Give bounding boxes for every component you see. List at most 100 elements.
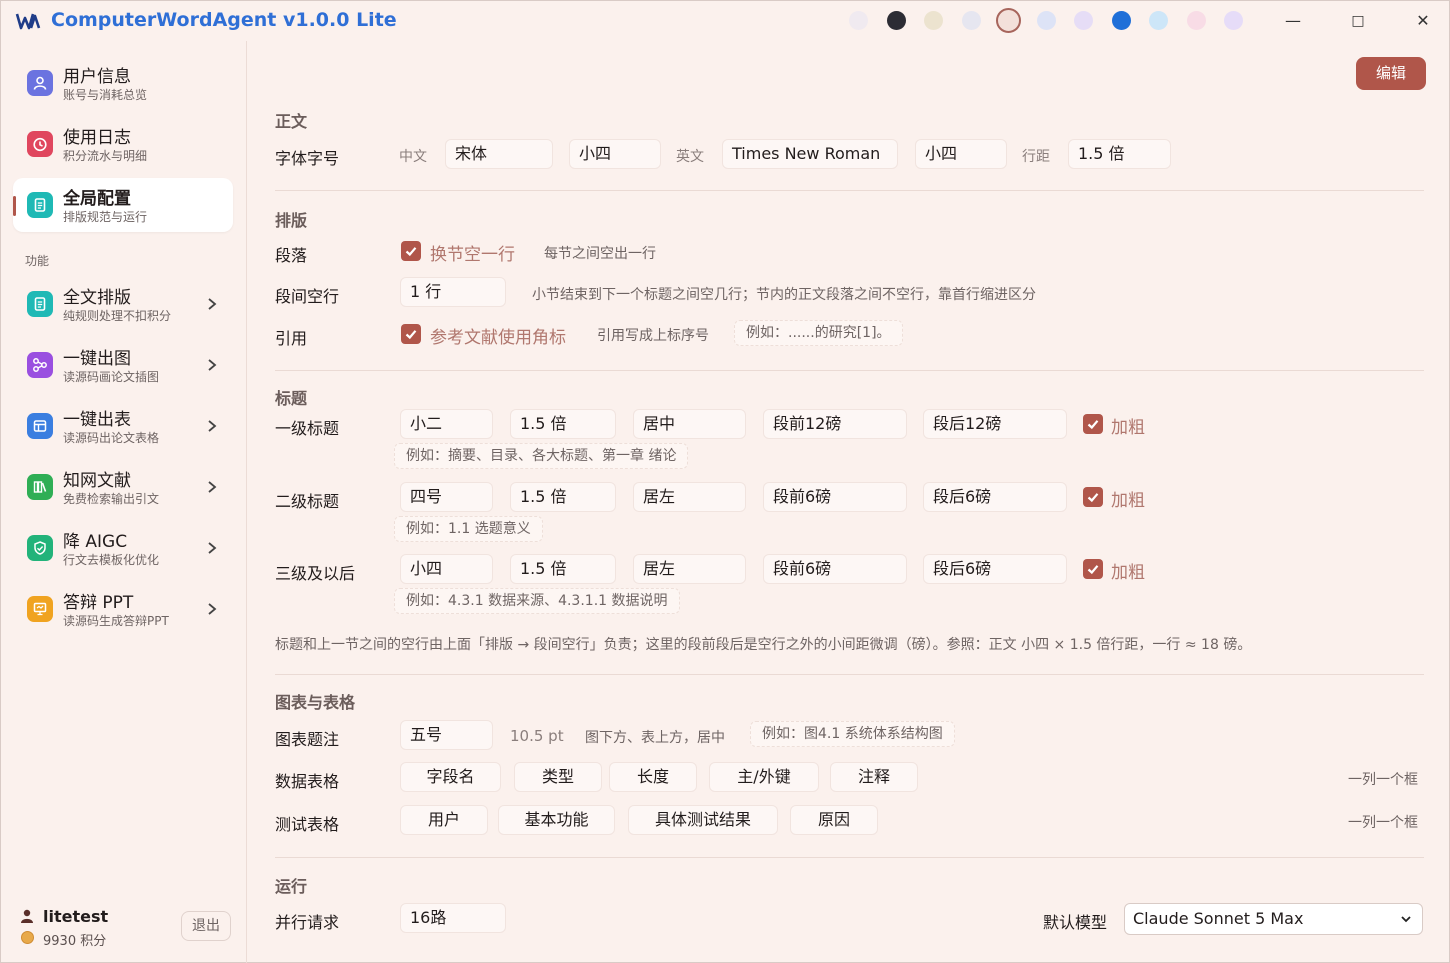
sidebar-item-title: 全文排版 (63, 288, 131, 308)
heading-size-field[interactable]: 小四 (400, 554, 493, 584)
section-label-features: 功能 (25, 254, 50, 268)
maximize-button[interactable]: □ (1345, 10, 1371, 32)
document-icon (27, 192, 53, 218)
theme-swatch[interactable] (1224, 11, 1243, 30)
table-column-chip[interactable]: 长度 (609, 762, 697, 792)
sidebar-item-subtitle: 积分流水与明细 (63, 149, 148, 163)
heading-size-field[interactable]: 四号 (400, 482, 493, 512)
theme-swatch[interactable] (961, 11, 981, 30)
section-title-body: 正文 (275, 112, 308, 131)
english-label: 英文 (676, 149, 704, 165)
sidebar-item-title: 一键出表 (63, 410, 131, 430)
heading-after-field[interactable]: 段后6磅 (923, 554, 1067, 584)
heading-before-field[interactable]: 段前12磅 (763, 409, 907, 439)
heading-spacing-field[interactable]: 1.5 倍 (510, 482, 616, 512)
logout-button[interactable]: 退出 (181, 911, 231, 941)
heading-after-field[interactable]: 段后6磅 (923, 482, 1067, 512)
theme-swatch[interactable] (886, 11, 906, 30)
divider (275, 674, 1424, 675)
chevron-right-icon (208, 542, 217, 554)
table-column-chip[interactable]: 主/外键 (709, 762, 819, 792)
table-column-chip[interactable]: 原因 (790, 805, 878, 835)
heading-size-field[interactable]: 小二 (400, 409, 493, 439)
presentation-icon (27, 596, 53, 622)
minimize-button[interactable]: — (1280, 10, 1306, 32)
parallel-label: 并行请求 (275, 913, 340, 932)
section-title-layout: 排版 (275, 211, 308, 230)
theme-swatch[interactable] (849, 11, 868, 30)
settings-panel: 编辑 正文 字体字号 中文 宋体 小四 英文 Times New Roman 小… (247, 41, 1449, 963)
chevron-right-icon (208, 420, 217, 432)
citation-example: 例如：......的研究[1]。 (734, 320, 903, 346)
theme-swatch[interactable] (1036, 11, 1056, 30)
divider (275, 857, 1424, 858)
theme-swatch[interactable] (1186, 11, 1206, 30)
section-title-headings: 标题 (275, 389, 308, 408)
sidebar-item[interactable]: 全文排版 纯规则处理不扣积分 (13, 277, 233, 331)
heading-level-label: 二级标题 (275, 492, 340, 511)
table-column-chip[interactable]: 用户 (400, 805, 488, 835)
document-icon (27, 291, 53, 317)
english-font-field[interactable]: Times New Roman (722, 139, 898, 169)
theme-swatch[interactable] (1074, 11, 1093, 30)
chinese-label: 中文 (399, 149, 427, 165)
sidebar-item[interactable]: 降 AIGC 行文去模板化优化 (13, 521, 233, 575)
parallel-requests-field[interactable]: 16路 (400, 903, 506, 933)
heading-spacing-field[interactable]: 1.5 倍 (510, 409, 616, 439)
line-spacing-field[interactable]: 1.5 倍 (1068, 139, 1171, 169)
theme-swatch[interactable] (1149, 11, 1168, 30)
heading-spacing-field[interactable]: 1.5 倍 (510, 554, 616, 584)
citation-superscript-checkbox[interactable] (401, 324, 421, 344)
caption-size-field[interactable]: 五号 (400, 720, 493, 750)
sidebar-item[interactable]: 一键出图 读源码画论文插图 (13, 338, 233, 392)
citation-hint: 引用写成上标序号 (597, 328, 709, 344)
checkmark-icon (1087, 565, 1099, 575)
paragraph-gap-field[interactable]: 1 行 (400, 277, 506, 307)
sidebar-item[interactable]: 一键出表 读源码出论文表格 (13, 399, 233, 453)
heading-align-field[interactable]: 居左 (633, 482, 746, 512)
sidebar-item-subtitle: 读源码生成答辩PPT (63, 614, 169, 628)
theme-swatch[interactable] (924, 11, 943, 30)
caption-example: 例如：图4.1 系统体系结构图 (750, 721, 955, 747)
edit-button[interactable]: 编辑 (1356, 57, 1426, 90)
sidebar-item[interactable]: 全局配置 排版规范与运行 (13, 178, 233, 232)
books-icon (27, 474, 53, 500)
section-blank-line-label: 换节空一行 (430, 245, 515, 265)
close-button[interactable]: ✕ (1410, 10, 1436, 32)
table-column-chip[interactable]: 基本功能 (498, 805, 615, 835)
heading-bold-checkbox[interactable] (1083, 487, 1103, 507)
caption-hint: 图下方、表上方，居中 (585, 730, 725, 746)
english-size-field[interactable]: 小四 (915, 139, 1007, 169)
heading-align-field[interactable]: 居中 (633, 409, 746, 439)
sidebar-item-title: 答辩 PPT (63, 593, 134, 613)
citation-superscript-label: 参考文献使用角标 (430, 328, 566, 348)
active-indicator (13, 196, 16, 216)
paragraph-label: 段落 (275, 246, 308, 265)
sidebar-item[interactable]: 用户信息 账号与消耗总览 (13, 56, 233, 110)
paragraph-gap-label: 段间空行 (275, 287, 340, 306)
table-column-chip[interactable]: 具体测试结果 (628, 805, 778, 835)
theme-swatch[interactable] (996, 8, 1021, 33)
caption-label: 图表题注 (275, 730, 340, 749)
table-column-chip[interactable]: 注释 (830, 762, 918, 792)
heading-align-field[interactable]: 居左 (633, 554, 746, 584)
sidebar-item[interactable]: 答辩 PPT 读源码生成答辩PPT (13, 582, 233, 636)
chevron-right-icon (208, 298, 217, 310)
section-blank-line-checkbox[interactable] (401, 241, 421, 261)
heading-after-field[interactable]: 段后12磅 (923, 409, 1067, 439)
theme-swatch[interactable] (1111, 11, 1131, 30)
heading-bold-checkbox[interactable] (1083, 559, 1103, 579)
heading-bold-label: 加粗 (1111, 418, 1145, 438)
heading-bold-checkbox[interactable] (1083, 414, 1103, 434)
sidebar-item[interactable]: 知网文献 免费检索输出引文 (13, 460, 233, 514)
sidebar-item[interactable]: 使用日志 积分流水与明细 (13, 117, 233, 171)
sidebar-item-title: 全局配置 (63, 189, 131, 209)
heading-before-field[interactable]: 段前6磅 (763, 482, 907, 512)
table-column-chip[interactable]: 字段名 (400, 762, 501, 792)
heading-before-field[interactable]: 段前6磅 (763, 554, 907, 584)
chinese-font-field[interactable]: 宋体 (445, 139, 553, 169)
heading-example: 例如：1.1 选题意义 (394, 516, 543, 542)
default-model-select[interactable]: Claude Sonnet 5 Max (1124, 903, 1423, 935)
chinese-size-field[interactable]: 小四 (569, 139, 661, 169)
table-column-chip[interactable]: 类型 (514, 762, 602, 792)
